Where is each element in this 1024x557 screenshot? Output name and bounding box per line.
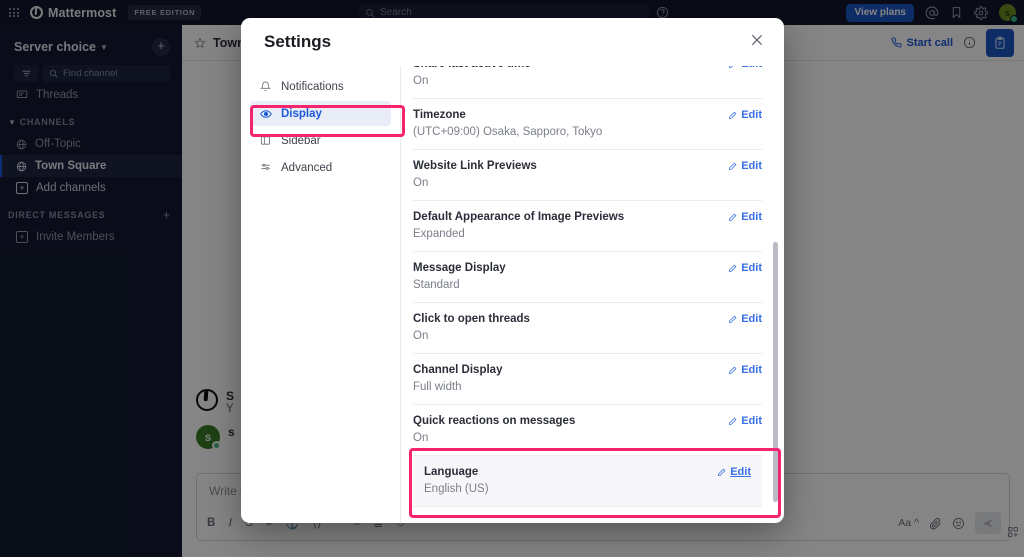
setting-value: English (US) <box>424 483 489 495</box>
setting-row-message-display: Message Display Edit Standard <box>413 252 762 303</box>
tab-display[interactable]: Display <box>250 101 391 126</box>
edit-button[interactable]: Edit <box>728 109 762 121</box>
edit-label: Edit <box>741 415 762 427</box>
close-x-icon <box>751 34 763 46</box>
edit-button[interactable]: Edit <box>728 262 762 274</box>
setting-label: Timezone <box>413 109 466 121</box>
setting-value: Standard <box>413 279 460 291</box>
setting-label: Default Appearance of Image Previews <box>413 211 625 223</box>
settings-modal-body: Notifications Display Sidebar Advanced O… <box>241 66 784 523</box>
setting-row-header: Language Edit <box>424 466 751 478</box>
edit-button[interactable]: Edit <box>728 160 762 172</box>
pencil-icon <box>729 162 737 170</box>
setting-row-default-appearance-of-image-previews: Default Appearance of Image Previews Edi… <box>413 201 762 252</box>
setting-row-website-link-previews: Website Link Previews Edit On <box>413 150 762 201</box>
setting-row-channel-display: Channel Display Edit Full width <box>413 354 762 405</box>
edit-button[interactable]: Edit <box>717 466 751 478</box>
edit-label: Edit <box>741 364 762 376</box>
pencil-icon <box>729 111 737 119</box>
edit-label: Edit <box>741 66 762 70</box>
setting-value: On <box>413 177 429 189</box>
setting-label: Quick reactions on messages <box>413 415 576 427</box>
setting-row-header: Timezone Edit <box>413 109 762 121</box>
setting-label: Message Display <box>413 262 506 274</box>
setting-row-language: Language Edit English (US) <box>413 456 762 507</box>
edit-label: Edit <box>741 262 762 274</box>
edit-button[interactable]: Edit <box>728 415 762 427</box>
setting-value: Expanded <box>413 228 465 240</box>
edit-button[interactable]: Edit <box>728 313 762 325</box>
tab-label: Notifications <box>281 80 344 93</box>
settings-content-list[interactable]: Share last active time Edit On Timezone <box>401 66 784 523</box>
setting-row-quick-reactions-on-messages: Quick reactions on messages Edit On <box>413 405 762 456</box>
edit-label: Edit <box>741 160 762 172</box>
pencil-icon <box>729 315 737 323</box>
edit-label: Edit <box>741 211 762 223</box>
tab-sidebar[interactable]: Sidebar <box>250 128 391 153</box>
setting-row-header: Click to open threads Edit <box>413 313 762 325</box>
close-icon[interactable] <box>750 33 764 51</box>
setting-value: On <box>413 432 429 444</box>
setting-label: Language <box>424 466 479 478</box>
edit-button[interactable]: Edit <box>728 211 762 223</box>
setting-row-timezone: Timezone Edit (UTC+09:00) Osaka, Sapporo… <box>413 99 762 150</box>
tab-advanced[interactable]: Advanced <box>250 155 391 180</box>
edit-label: Edit <box>741 313 762 325</box>
setting-label: Website Link Previews <box>413 160 537 172</box>
setting-value: On <box>413 75 429 87</box>
setting-label: Share last active time <box>413 66 531 70</box>
setting-row-header: Website Link Previews Edit <box>413 160 762 172</box>
settings-nav: Notifications Display Sidebar Advanced <box>241 66 401 523</box>
setting-row-header: Quick reactions on messages Edit <box>413 415 762 427</box>
edit-button[interactable]: Edit <box>728 66 762 70</box>
pencil-icon <box>729 417 737 425</box>
tab-label: Advanced <box>281 161 333 174</box>
pencil-icon <box>729 264 737 272</box>
sidebar-icon <box>259 135 272 146</box>
setting-label: Channel Display <box>413 364 503 376</box>
eye-icon <box>259 108 272 120</box>
edit-label: Edit <box>741 109 762 121</box>
pencil-icon <box>729 66 733 68</box>
settings-modal-title: Settings <box>264 32 332 51</box>
setting-row-header: Default Appearance of Image Previews Edi… <box>413 211 762 223</box>
tab-label: Sidebar <box>281 134 321 147</box>
edit-label: Edit <box>730 466 751 478</box>
settings-scrollbar[interactable] <box>773 242 778 502</box>
tab-label: Display <box>281 107 322 120</box>
setting-row-share-last-active-time: Share last active time Edit On <box>413 66 762 99</box>
pencil-icon <box>718 468 726 476</box>
settings-modal: Settings Notifications Display Sidebar A… <box>241 18 784 523</box>
pencil-icon <box>729 366 737 374</box>
setting-value: (UTC+09:00) Osaka, Sapporo, Tokyo <box>413 126 603 138</box>
setting-row-header: Share last active time Edit <box>413 66 762 70</box>
setting-value: On <box>413 330 429 342</box>
sliders-icon <box>259 162 272 173</box>
setting-row-click-to-open-threads: Click to open threads Edit On <box>413 303 762 354</box>
tab-notifications[interactable]: Notifications <box>250 74 391 99</box>
mattermost-app-window: Mattermost FREE EDITION Search View plan… <box>0 0 1024 557</box>
setting-row-header: Channel Display Edit <box>413 364 762 376</box>
edit-button[interactable]: Edit <box>728 364 762 376</box>
pencil-icon <box>729 213 737 221</box>
setting-label: Click to open threads <box>413 313 530 325</box>
setting-value: Full width <box>413 381 462 393</box>
settings-modal-header: Settings <box>241 18 784 66</box>
bell-icon <box>259 81 272 92</box>
setting-row-header: Message Display Edit <box>413 262 762 274</box>
